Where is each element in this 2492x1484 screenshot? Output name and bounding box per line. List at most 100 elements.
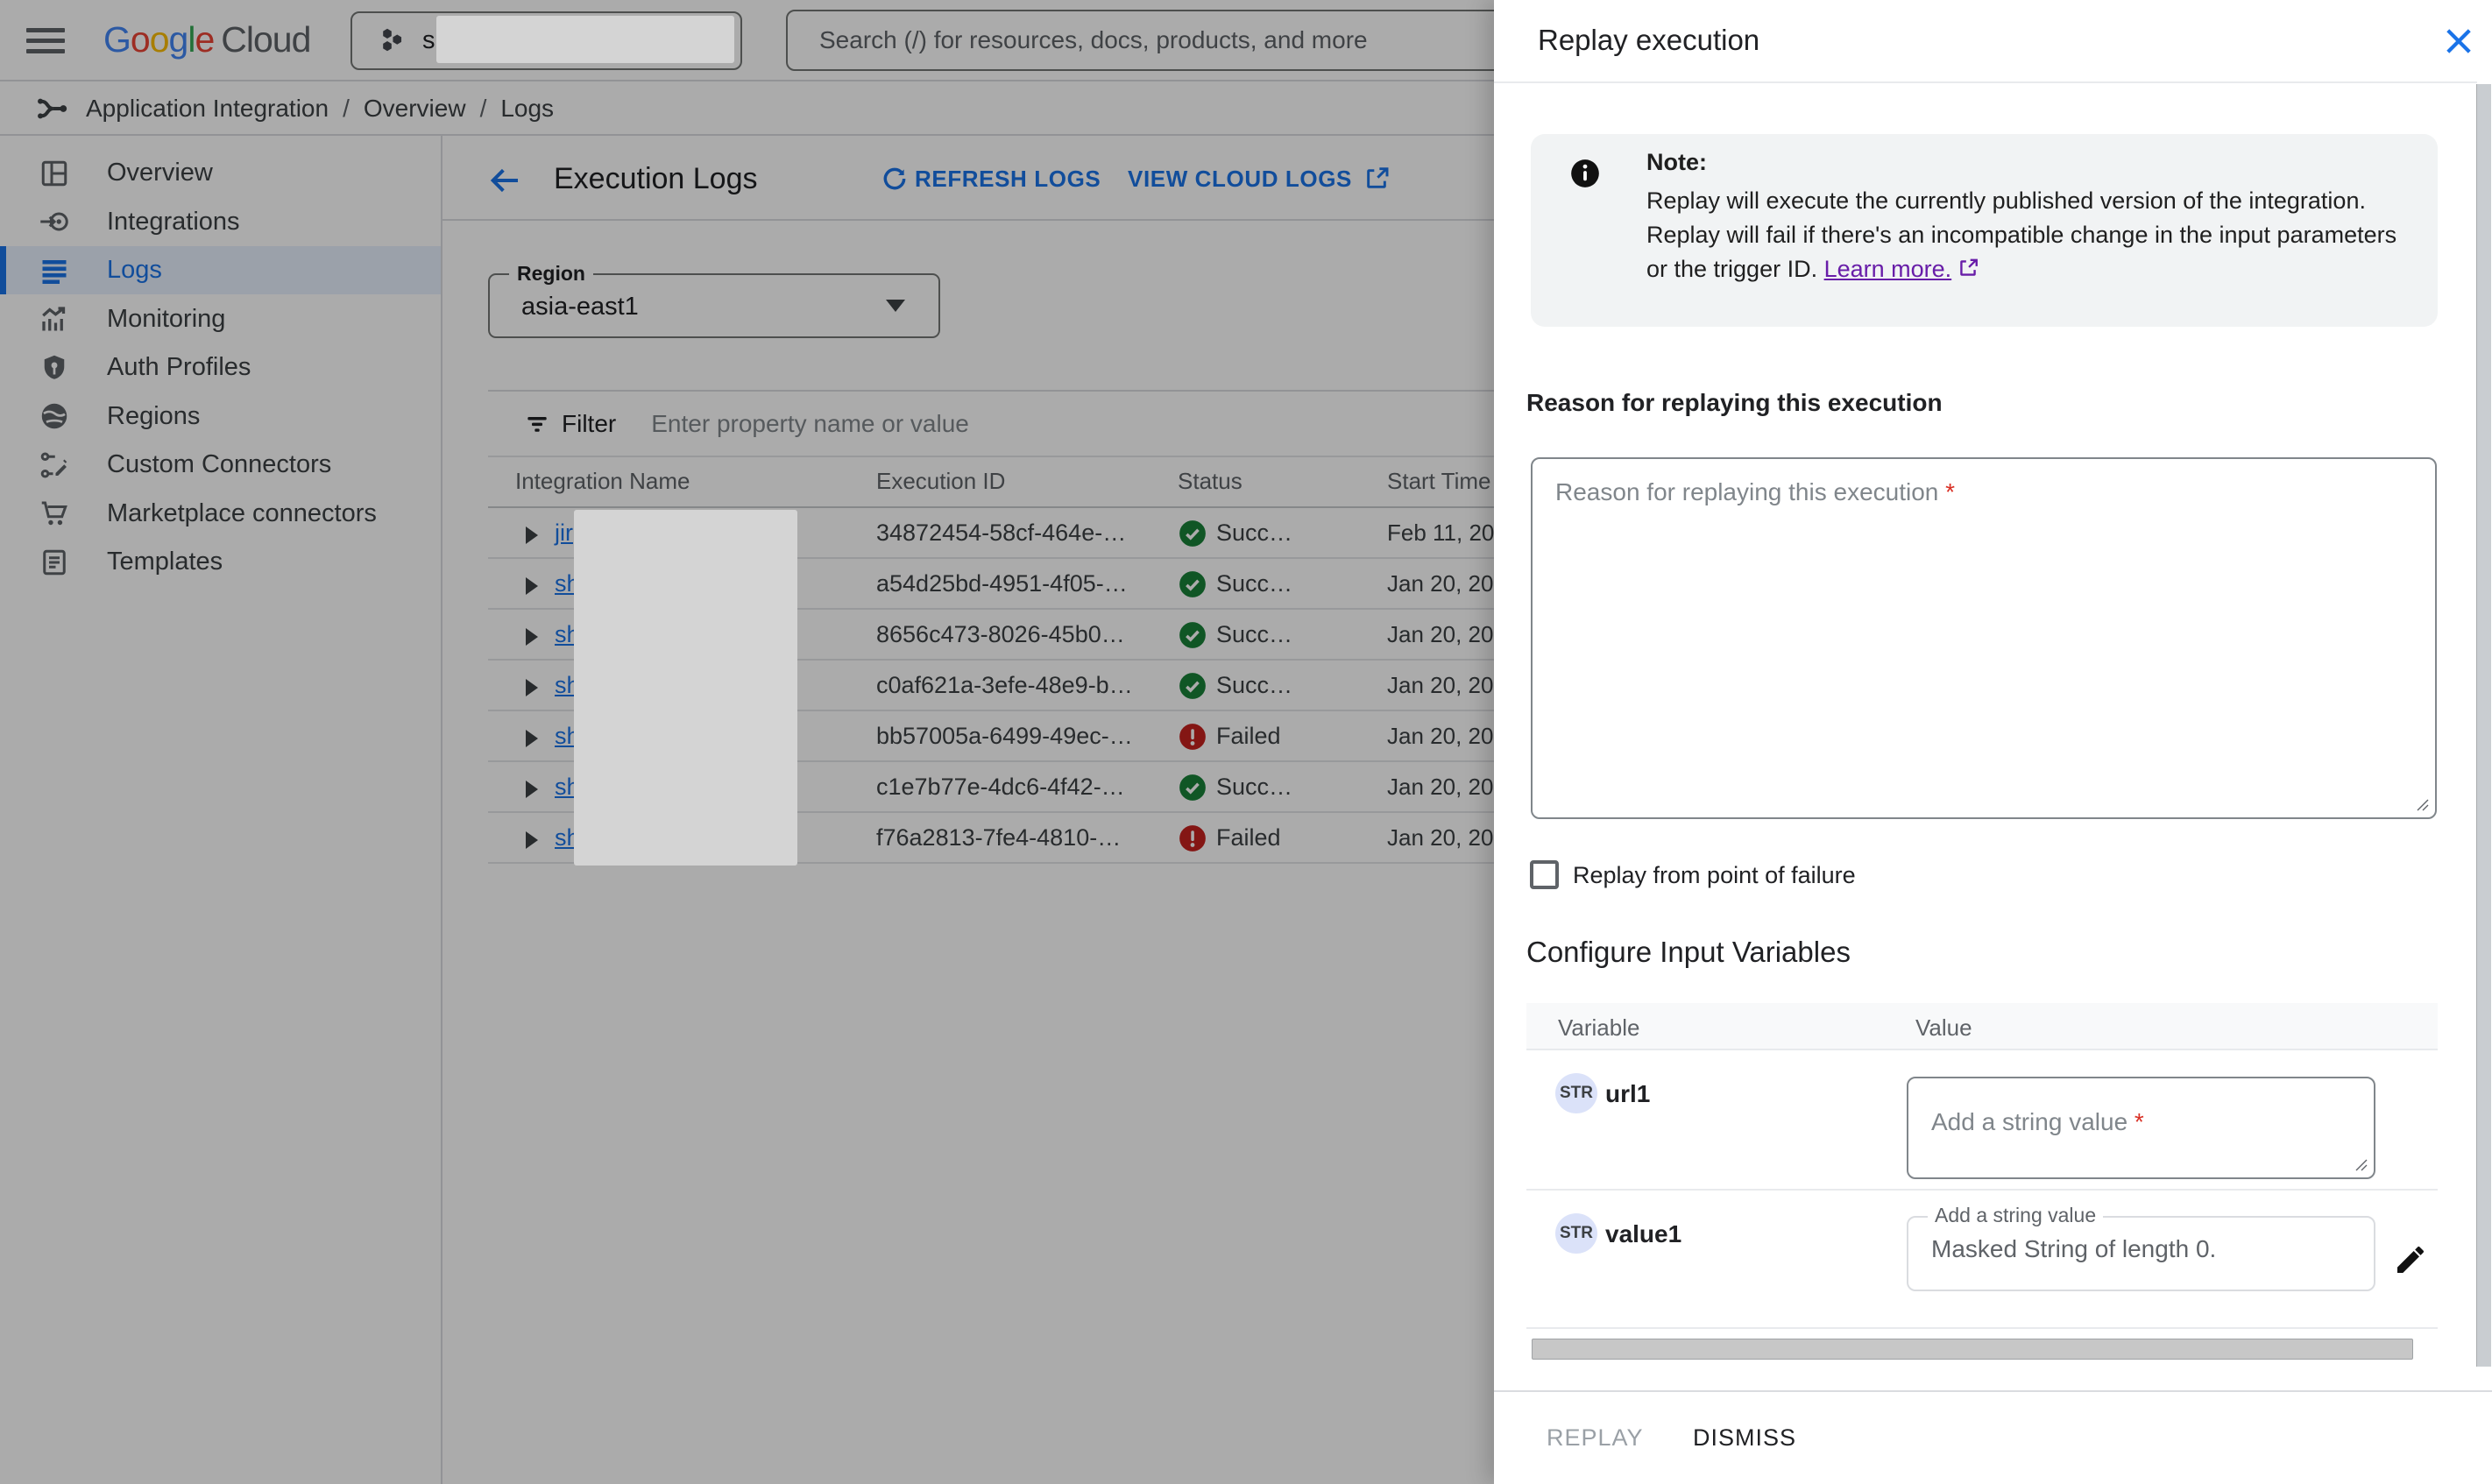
back-arrow-icon[interactable] [487,163,522,198]
url1-placeholder: Add a string value * [1931,1108,2144,1136]
sidebar-item-label: Templates [107,548,223,576]
variables-bottom-divider [1526,1327,2438,1329]
search-input[interactable] [819,11,1503,69]
refresh-logs-label: REFRESH LOGS [915,166,1101,193]
success-icon [1178,519,1207,548]
execution-id-cell: c1e7b77e-4dc6-4f42-… [876,774,1125,801]
logs-icon [39,255,70,286]
reason-placeholder: Reason for replaying this execution * [1555,478,1955,506]
expand-row-icon[interactable] [526,526,538,544]
panel-footer-divider [1494,1390,2492,1392]
project-name-text: s [422,26,435,55]
sidebar-item-label: Monitoring [107,305,225,334]
sidebar-item-custom-connectors[interactable]: Custom Connectors [0,441,441,489]
sidebar-item-label: Custom Connectors [107,450,331,479]
refresh-logs-button[interactable]: REFRESH LOGS [881,165,1101,193]
expand-row-icon[interactable] [526,781,538,798]
integrations-icon [39,206,70,237]
expand-row-icon[interactable] [526,628,538,646]
view-cloud-logs-label: VIEW CLOUD LOGS [1128,166,1352,193]
resize-handle-icon[interactable] [2351,1155,2368,1172]
sidebar-item-integrations[interactable]: Integrations [0,198,441,246]
variables-table-header: Variable Value [1526,1003,2438,1050]
expand-row-icon[interactable] [526,577,538,595]
breadcrumb-item-logs[interactable]: Logs [500,95,554,123]
url1-value-textarea[interactable]: Add a string value * [1907,1077,2375,1179]
filter-input[interactable] [651,410,1440,438]
custom-connectors-icon [39,449,70,481]
status-cell: Succ… [1216,672,1292,699]
variable-name-value1: value1 [1605,1220,1681,1248]
success-icon [1178,569,1207,599]
breadcrumb-item-overview[interactable]: Overview [364,95,466,123]
external-link-icon [1363,165,1391,193]
execution-id-cell: bb57005a-6499-49ec-… [876,723,1133,750]
sidebar-item-overview[interactable]: Overview [0,149,441,197]
sidebar-item-label: Regions [107,402,200,431]
monitoring-icon [39,303,70,335]
sidebar-item-label: Overview [107,159,213,187]
panel-vertical-scrollbar[interactable] [2476,84,2491,1367]
success-icon [1178,773,1207,802]
expand-row-icon[interactable] [526,831,538,849]
integration-name-link[interactable]: jir [555,519,573,547]
variables-horizontal-scrollbar[interactable] [1532,1339,2413,1360]
resize-handle-icon[interactable] [2412,795,2430,812]
edit-pencil-icon[interactable] [2393,1242,2428,1277]
success-icon [1178,671,1207,701]
breadcrumb-separator: / [480,95,487,123]
marketplace-icon [39,498,70,529]
sidebar-item-label: Marketplace connectors [107,499,377,528]
chevron-down-icon [886,300,905,312]
close-icon[interactable] [2440,23,2477,60]
sidebar-item-regions[interactable]: Regions [0,392,441,441]
screen: GoogleCloud s Application Integration / … [0,0,2492,1484]
execution-id-cell: c0af621a-3efe-48e9-b… [876,672,1133,699]
sidebar-item-auth-profiles[interactable]: Auth Profiles [0,343,441,392]
note-title: Note: [1646,149,1707,176]
overview-icon [39,158,70,189]
expand-row-icon[interactable] [526,679,538,696]
sidebar-item-logs[interactable]: Logs [0,246,441,294]
note-body: Replay will execute the currently publis… [1646,184,2421,286]
replay-button[interactable]: REPLAY [1547,1424,1644,1452]
sidebar-item-marketplace-connectors[interactable]: Marketplace connectors [0,490,441,538]
expand-row-icon[interactable] [526,730,538,747]
replay-from-failure-checkbox[interactable] [1530,860,1559,889]
replay-execution-panel: Replay execution Note: Replay will execu… [1494,0,2492,1484]
type-badge-str: STR [1555,1213,1597,1254]
reason-section-label: Reason for replaying this execution [1526,389,1943,417]
filter-label: Filter [562,410,616,438]
success-icon [1178,620,1207,650]
replay-from-failure-label: Replay from point of failure [1573,862,1856,889]
column-execution-id: Execution ID [876,468,1005,495]
configure-input-variables-heading: Configure Input Variables [1526,936,1851,969]
variable-name-url1: url1 [1605,1080,1650,1108]
dismiss-button[interactable]: DISMISS [1693,1424,1796,1452]
templates-icon [39,547,70,578]
value1-value-field[interactable]: Add a string value Masked String of leng… [1907,1216,2375,1291]
column-status: Status [1178,468,1242,495]
panel-header-divider [1494,81,2477,83]
sidebar-item-templates[interactable]: Templates [0,538,441,586]
execution-id-cell: 34872454-58cf-464e-… [876,519,1126,547]
region-select[interactable]: Region asia-east1 [488,273,940,338]
logo-cloud-text: Cloud [221,19,310,60]
redaction-block [574,510,797,866]
auth-profiles-icon [39,352,70,384]
sidebar-item-monitoring[interactable]: Monitoring [0,295,441,343]
reason-textarea[interactable]: Reason for replaying this execution * [1531,457,2437,819]
note-callout: Note: Replay will execute the currently … [1531,134,2438,327]
column-integration-name: Integration Name [515,468,690,495]
variables-row-divider [1526,1189,2438,1191]
filter-icon [523,410,551,438]
region-field-value: asia-east1 [521,293,639,322]
regions-icon [39,400,70,432]
column-value: Value [1915,1014,1972,1042]
execution-id-cell: 8656c473-8026-45b0… [876,621,1125,648]
view-cloud-logs-button[interactable]: VIEW CLOUD LOGS [1128,165,1391,193]
hamburger-menu-icon[interactable] [26,28,65,54]
breadcrumb-item-application-integration[interactable]: Application Integration [86,95,329,123]
learn-more-link[interactable]: Learn more. [1824,256,1952,282]
global-search-field[interactable] [786,10,1541,71]
